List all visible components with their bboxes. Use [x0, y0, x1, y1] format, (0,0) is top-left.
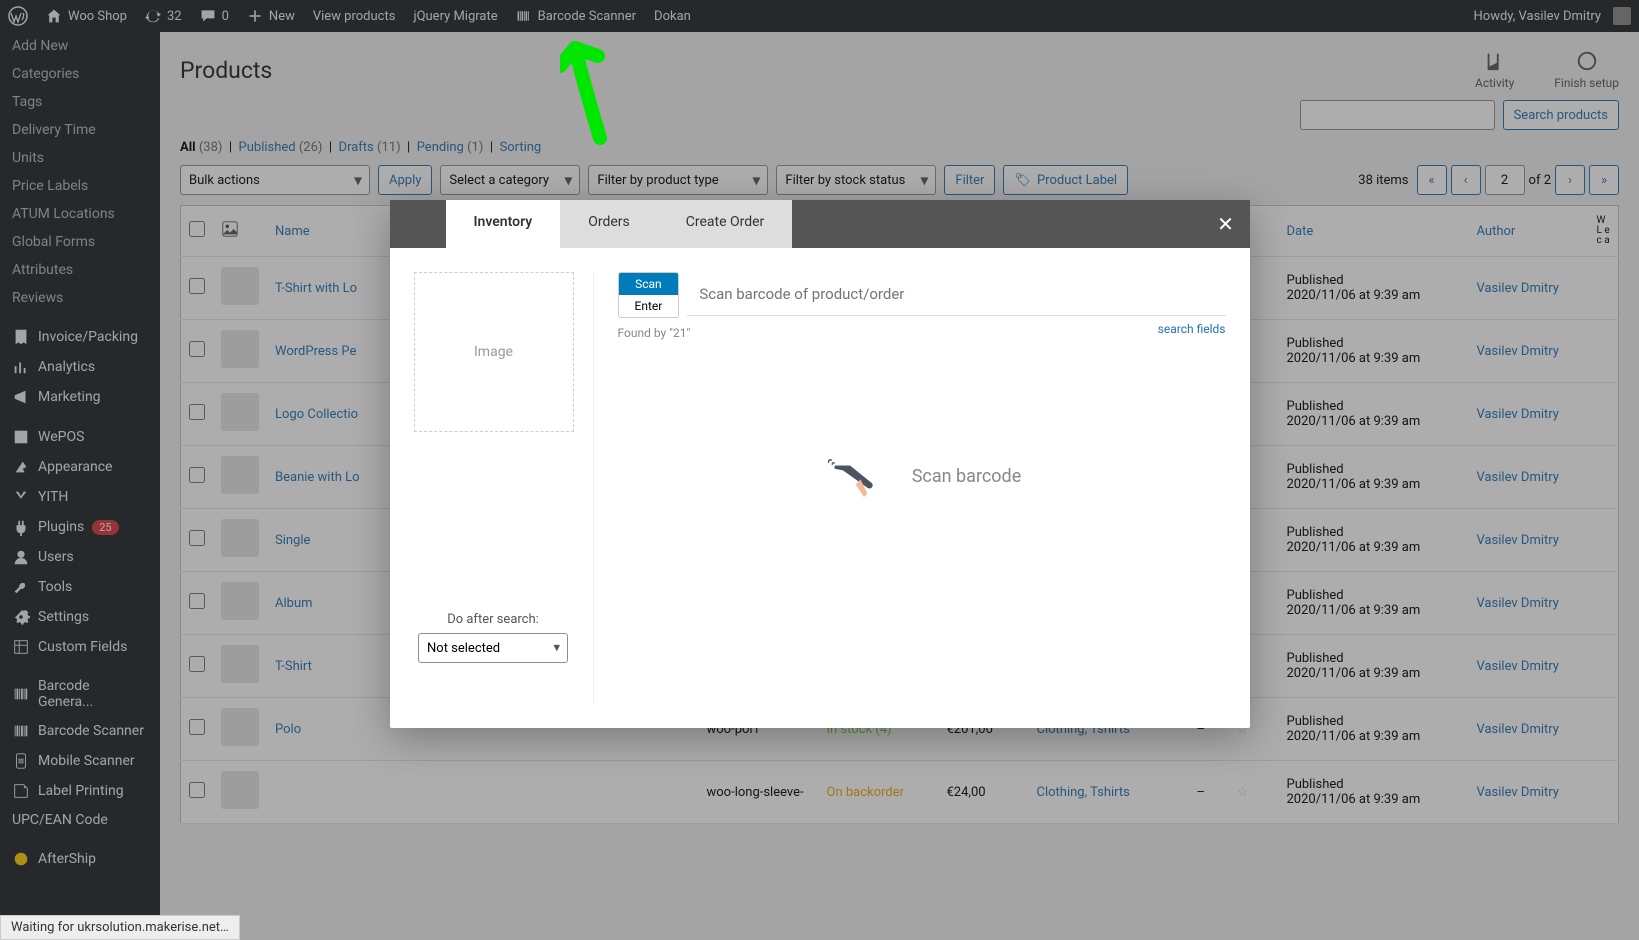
barcode-scanner-modal: Inventory Orders Create Order ✕ Image Do…: [390, 200, 1250, 728]
barcode-input[interactable]: [687, 272, 1225, 316]
do-after-label: Do after search:: [414, 612, 573, 627]
sound-icon[interactable]: [390, 200, 446, 248]
toggle-enter[interactable]: Enter: [619, 295, 679, 317]
scanner-icon: [822, 441, 892, 511]
found-by-text: Found by "21": [618, 326, 691, 340]
toggle-scan[interactable]: Scan: [619, 273, 679, 295]
search-fields-link[interactable]: search fields: [1158, 322, 1226, 336]
tab-orders[interactable]: Orders: [560, 200, 658, 248]
tab-create-order[interactable]: Create Order: [658, 200, 793, 248]
close-icon[interactable]: ✕: [1202, 200, 1250, 248]
do-after-select[interactable]: Not selected: [418, 633, 568, 663]
browser-status-bar: Waiting for ukrsolution.makerise.net…: [0, 915, 240, 940]
image-placeholder: Image: [414, 272, 574, 432]
scan-placeholder: Scan barcode: [618, 441, 1226, 511]
tab-inventory[interactable]: Inventory: [446, 200, 561, 248]
